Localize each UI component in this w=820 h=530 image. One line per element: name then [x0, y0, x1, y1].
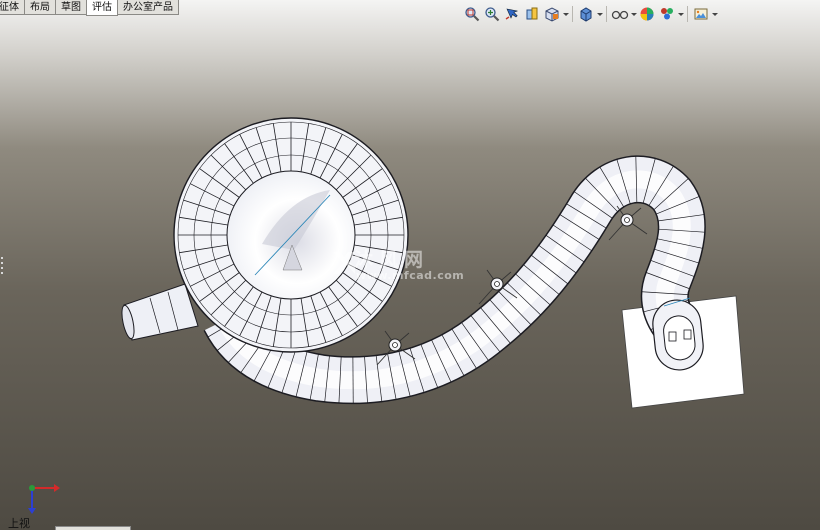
- command-manager-tabs: 征体 布局 草图 评估 办公室产品: [0, 0, 179, 16]
- support-hub-center: [392, 342, 398, 348]
- inlet-pipe[interactable]: [120, 283, 199, 341]
- zoom-to-fit-icon[interactable]: [462, 4, 482, 24]
- panel-resize-handle[interactable]: [0, 254, 5, 276]
- edit-appearance-icon[interactable]: [637, 4, 657, 24]
- support-hub-center: [624, 217, 630, 223]
- tab-office-products[interactable]: 办公室产品: [117, 0, 179, 15]
- tab-features[interactable]: 征体: [0, 0, 25, 15]
- view-orientation-icon[interactable]: [542, 4, 562, 24]
- heads-up-view-toolbar: [462, 3, 718, 25]
- tab-sketch[interactable]: 草图: [55, 0, 87, 15]
- tab-layout[interactable]: 布局: [24, 0, 56, 15]
- toolbar-separator: [572, 6, 573, 22]
- apply-scene-icon[interactable]: [657, 4, 677, 24]
- display-style-icon[interactable]: [576, 4, 596, 24]
- previous-view-icon[interactable]: [502, 4, 522, 24]
- reference-triad: [28, 484, 60, 514]
- section-view-icon[interactable]: [522, 4, 542, 24]
- hide-show-dropdown[interactable]: [630, 4, 637, 24]
- toolbar-separator: [606, 6, 607, 22]
- view-orientation-dropdown[interactable]: [562, 4, 569, 24]
- hide-show-items-icon[interactable]: [610, 4, 630, 24]
- view-settings-icon[interactable]: [691, 4, 711, 24]
- volute-housing[interactable]: [173, 117, 409, 353]
- graphics-area[interactable]: { "command_manager": { "tabs": [ {"label…: [0, 0, 820, 530]
- model-tab-strip[interactable]: [55, 526, 131, 530]
- support-hub-center: [494, 281, 500, 287]
- view-settings-dropdown[interactable]: [711, 4, 718, 24]
- model-viewport[interactable]: [0, 0, 820, 530]
- zoom-to-area-icon[interactable]: [482, 4, 502, 24]
- display-style-dropdown[interactable]: [596, 4, 603, 24]
- toolbar-separator: [687, 6, 688, 22]
- tab-evaluate[interactable]: 评估: [86, 0, 118, 16]
- view-orientation-label: 上视: [8, 517, 30, 530]
- apply-scene-dropdown[interactable]: [677, 4, 684, 24]
